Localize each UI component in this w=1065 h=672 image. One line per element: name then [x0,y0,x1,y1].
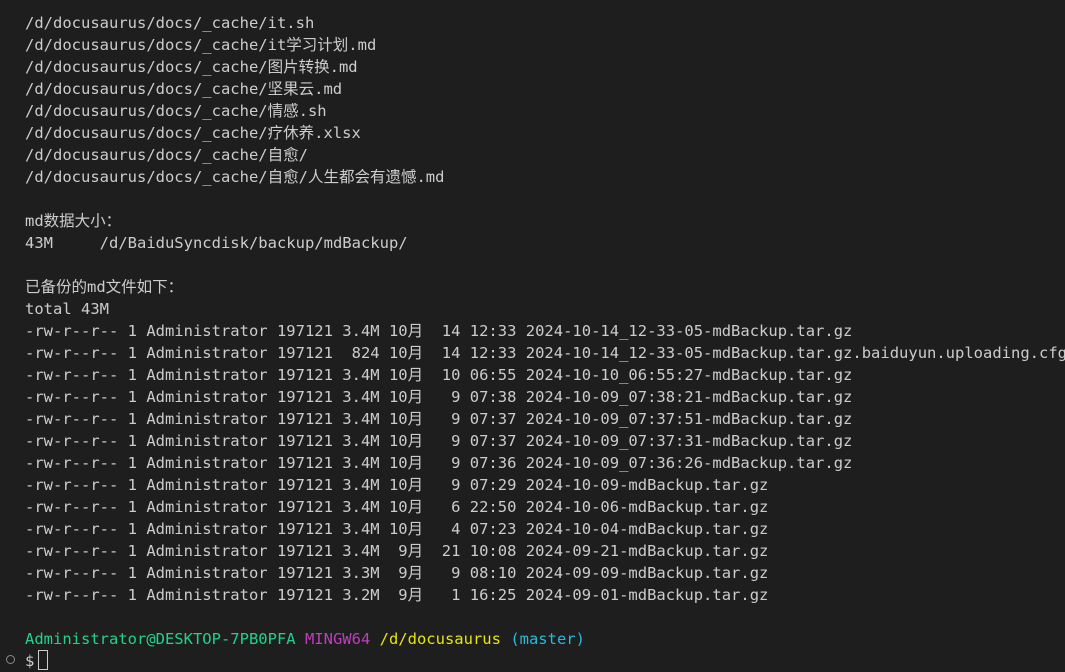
md-size-heading: md数据大小： [25,212,122,230]
file-list-item: /d/docusaurus/docs/_cache/图片转换.md [25,58,358,76]
file-list-item: /d/docusaurus/docs/_cache/自愈/人生都会有遗憾.md [25,168,445,186]
prompt-path: /d/docusaurus [379,630,501,648]
terminal-output[interactable]: /d/docusaurus/docs/_cache/it.sh /d/docus… [25,12,1065,672]
backup-list-row: -rw-r--r-- 1 Administrator 197121 3.4M 1… [25,388,853,406]
backup-list-row: -rw-r--r-- 1 Administrator 197121 824 10… [25,344,1065,362]
backup-list: -rw-r--r-- 1 Administrator 197121 3.4M 1… [25,320,1065,606]
file-list-item: /d/docusaurus/docs/_cache/坚果云.md [25,80,343,98]
backup-list-row: -rw-r--r-- 1 Administrator 197121 3.4M 1… [25,476,769,494]
command-input-line[interactable]: $ [25,650,1065,672]
backup-list-row: -rw-r--r-- 1 Administrator 197121 3.4M 1… [25,322,853,340]
backup-list-row: -rw-r--r-- 1 Administrator 197121 3.2M 9… [25,586,769,604]
file-list-item: /d/docusaurus/docs/_cache/it学习计划.md [25,36,377,54]
prompt-msystem: MINGW64 [304,630,371,648]
file-list-item: /d/docusaurus/docs/_cache/情感.sh [25,102,327,120]
backup-list-row: -rw-r--r-- 1 Administrator 197121 3.4M 1… [25,432,853,450]
backup-list-heading: 已备份的md文件如下： [25,278,184,296]
md-size-line: 43M /d/BaiduSyncdisk/backup/mdBackup/ [25,234,408,252]
backup-list-row: -rw-r--r-- 1 Administrator 197121 3.4M 9… [25,542,769,560]
backup-list-total: total 43M [25,300,109,318]
command-decoration-icon[interactable] [6,655,15,664]
shell-prompt: Administrator@DESKTOP-7PB0PFA MINGW64 /d… [25,628,1065,650]
file-list: /d/docusaurus/docs/_cache/it.sh /d/docus… [25,12,1065,188]
prompt-symbol: $ [25,652,35,670]
backup-list-row: -rw-r--r-- 1 Administrator 197121 3.3M 9… [25,564,769,582]
file-list-item: /d/docusaurus/docs/_cache/自愈/ [25,146,308,164]
backup-list-row: -rw-r--r-- 1 Administrator 197121 3.4M 1… [25,520,769,538]
file-list-item: /d/docusaurus/docs/_cache/it.sh [25,14,315,32]
backup-list-row: -rw-r--r-- 1 Administrator 197121 3.4M 1… [25,498,769,516]
backup-list-row: -rw-r--r-- 1 Administrator 197121 3.4M 1… [25,410,853,428]
terminal-cursor[interactable] [38,650,49,670]
file-list-item: /d/docusaurus/docs/_cache/疗休养.xlsx [25,124,361,142]
backup-list-row: -rw-r--r-- 1 Administrator 197121 3.4M 1… [25,454,853,472]
prompt-branch: (master) [510,630,585,648]
prompt-user-host: Administrator@DESKTOP-7PB0PFA [25,630,296,648]
backup-list-row: -rw-r--r-- 1 Administrator 197121 3.4M 1… [25,366,853,384]
